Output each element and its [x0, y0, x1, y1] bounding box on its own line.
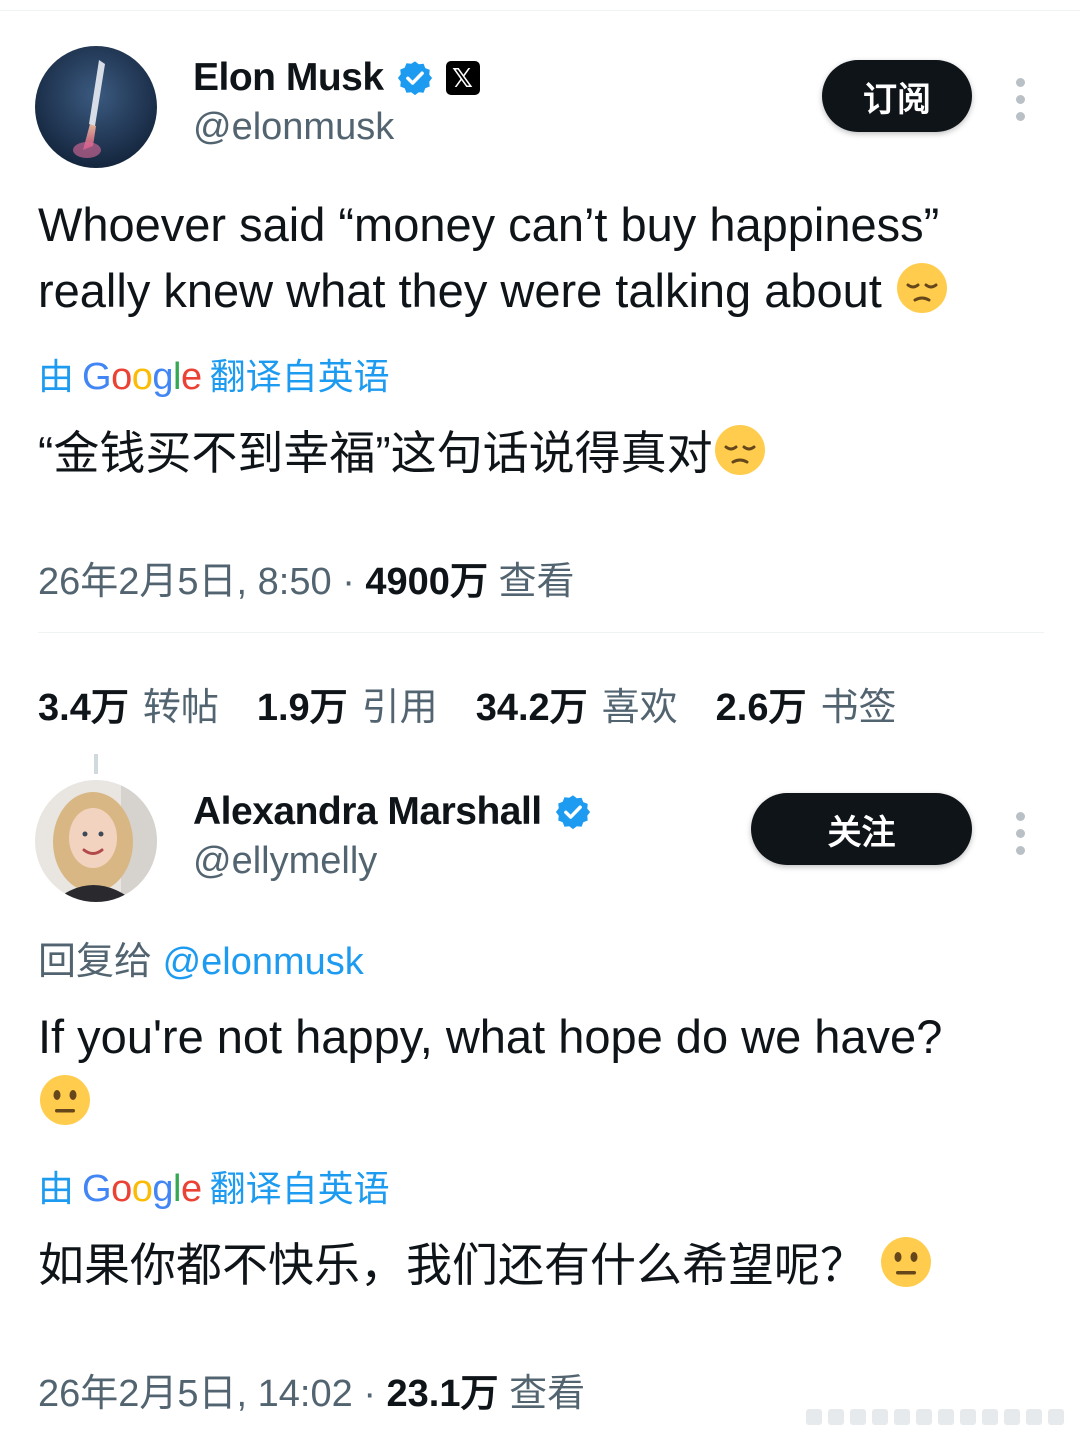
author-display-name[interactable]: Elon Musk	[193, 56, 384, 100]
separator: ·	[363, 1373, 376, 1415]
reply-translated-text: 如果你都不快乐，我们还有什么希望呢？	[38, 1234, 1048, 1296]
translation-prefix: 由	[38, 1168, 75, 1209]
pensive-face-icon	[713, 423, 767, 477]
tweet-text: Whoever said “money can’t buy happiness”…	[38, 192, 1038, 324]
reply-view-count: 23.1万	[386, 1373, 499, 1415]
reply-author-handle[interactable]: @ellymelly	[193, 840, 377, 883]
tweet-text-line-2: really knew what they were talking about	[38, 258, 1038, 324]
translation-suffix: 翻译自英语	[209, 356, 390, 397]
reply-translated-text-content: 如果你都不快乐，我们还有什么希望呢？	[38, 1239, 866, 1291]
reply-author-display-name[interactable]: Alexandra Marshall	[193, 790, 542, 834]
translation-prefix: 由	[38, 356, 75, 397]
reply-author-name-row: Alexandra Marshall	[193, 790, 592, 834]
follow-button[interactable]: 关注	[751, 793, 972, 865]
neutral-face-icon	[38, 1073, 92, 1127]
reply-to-mention[interactable]: @elonmusk	[163, 941, 364, 983]
separator: ·	[342, 561, 355, 603]
author-handle[interactable]: @elonmusk	[193, 106, 394, 149]
more-options-icon[interactable]	[1014, 78, 1026, 121]
view-label: 查看	[498, 561, 575, 603]
engagement-stats: 3.4万 转帖 1.9万 引用 34.2万 喜欢 2.6万 书签	[38, 676, 897, 731]
google-logo: Google	[82, 1168, 202, 1210]
reply-text-content: If you're not happy, what hope do we hav…	[38, 1010, 943, 1063]
translated-text-content: “金钱买不到幸福”这句话说得真对	[38, 427, 713, 479]
reply-timestamp[interactable]: 26年2月5日, 14:02	[38, 1373, 353, 1415]
tweet-text-line-2-text: really knew what they were talking about	[38, 264, 882, 317]
translation-suffix: 翻译自英语	[209, 1168, 390, 1209]
reply-translation-attribution[interactable]: 由 Google 翻译自英语	[38, 1160, 390, 1212]
stat-retweets[interactable]: 3.4万 转帖	[38, 676, 219, 731]
stat-bookmarks[interactable]: 2.6万 书签	[716, 676, 897, 731]
elon-avatar[interactable]	[35, 46, 157, 168]
translation-attribution[interactable]: 由 Google 翻译自英语	[38, 348, 390, 400]
translated-text: “金钱买不到幸福”这句话说得真对	[38, 422, 1048, 484]
x-logo-icon: 𝕏	[445, 61, 480, 95]
stat-likes[interactable]: 34.2万 喜欢	[476, 676, 678, 731]
reply-view-label: 查看	[509, 1373, 586, 1415]
tweet-meta: 26年2月5日, 8:50 · 4900万 查看	[38, 550, 575, 605]
timestamp[interactable]: 26年2月5日, 8:50	[38, 561, 332, 603]
verified-badge-icon	[396, 59, 434, 97]
stats-divider	[38, 632, 1044, 633]
neutral-face-icon	[879, 1235, 933, 1289]
tweet-text-line-1: Whoever said “money can’t buy happiness”	[38, 198, 940, 251]
reply-text-emoji-line	[38, 1070, 1038, 1136]
more-options-icon[interactable]	[1014, 812, 1026, 855]
subscribe-button[interactable]: 订阅	[822, 60, 972, 132]
google-logo: Google	[82, 356, 202, 398]
stat-quotes[interactable]: 1.9万 引用	[257, 676, 438, 731]
reply-meta: 26年2月5日, 14:02 · 23.1万 查看	[38, 1362, 585, 1417]
reply-text: If you're not happy, what hope do we hav…	[38, 1004, 1038, 1136]
replying-to: 回复给 @elonmusk	[38, 930, 364, 985]
verified-badge-icon	[554, 793, 592, 831]
pensive-face-icon	[895, 261, 949, 315]
watermark	[806, 1409, 1064, 1425]
view-count: 4900万	[365, 561, 488, 603]
thread-connector	[94, 754, 98, 774]
alexandra-avatar[interactable]	[35, 780, 157, 902]
reply-to-prefix: 回复给	[38, 941, 153, 983]
author-name-row: Elon Musk 𝕏	[193, 56, 480, 100]
top-divider	[0, 10, 1080, 11]
